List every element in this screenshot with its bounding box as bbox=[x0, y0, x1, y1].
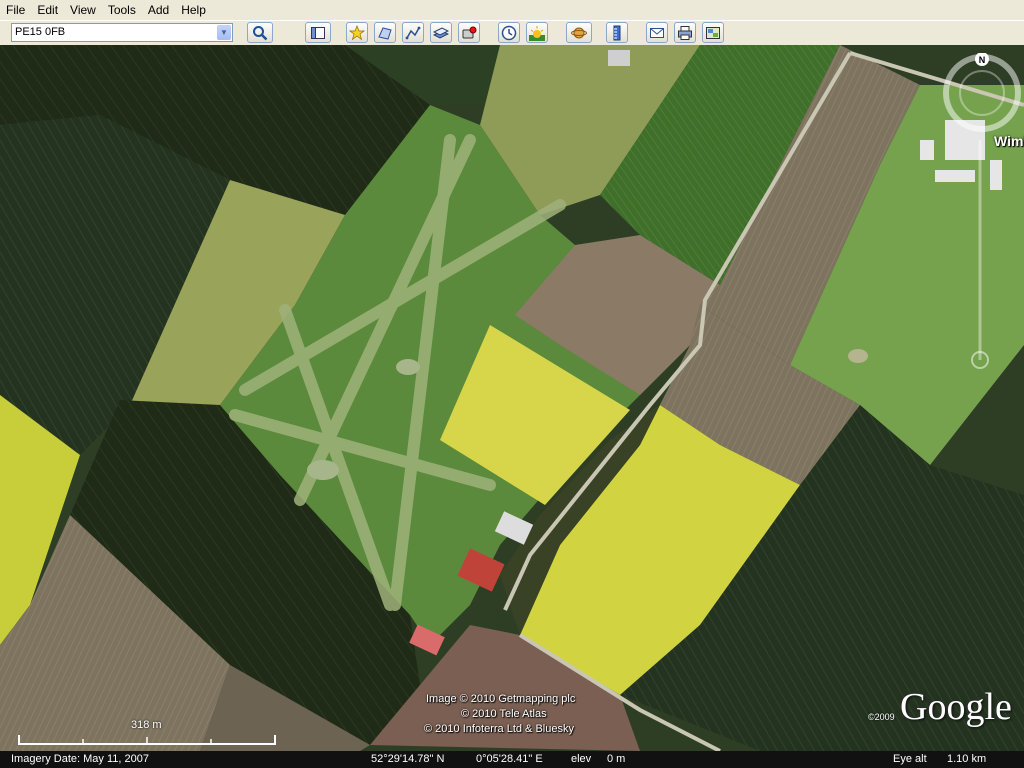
add-image-overlay-button[interactable] bbox=[430, 22, 452, 43]
status-bar: Imagery Date: May 11, 2007 52°29'14.78" … bbox=[0, 751, 1024, 768]
record-tour-button[interactable] bbox=[458, 22, 480, 43]
scale-label: 318 m bbox=[131, 719, 162, 731]
planets-icon bbox=[571, 27, 587, 38]
search-input-value: PE15 0FB bbox=[15, 26, 66, 38]
menu-file[interactable]: File bbox=[0, 3, 31, 17]
placemark-icon bbox=[349, 24, 365, 40]
search-icon bbox=[253, 25, 268, 40]
elevation-value: 0 m bbox=[607, 753, 626, 765]
sidebar-button[interactable] bbox=[305, 22, 331, 43]
print-button[interactable] bbox=[674, 22, 696, 43]
place-label[interactable]: Wimb bbox=[994, 133, 1024, 149]
sunlight-button[interactable] bbox=[526, 22, 548, 43]
eye-alt-value: 1.10 km bbox=[947, 753, 987, 765]
satellite-imagery bbox=[0, 45, 1024, 751]
email-button[interactable] bbox=[646, 22, 668, 43]
imagery-date[interactable]: Imagery Date: May 11, 2007 bbox=[11, 753, 149, 765]
ruler-icon bbox=[613, 25, 621, 40]
compass-north-label: N bbox=[979, 55, 986, 65]
search-button[interactable] bbox=[247, 22, 273, 43]
add-placemark-button[interactable] bbox=[346, 22, 368, 43]
ruler-button[interactable] bbox=[606, 22, 628, 43]
sunlight-icon bbox=[529, 25, 545, 41]
view-in-maps-icon bbox=[706, 26, 720, 39]
historical-imagery-icon bbox=[501, 25, 517, 40]
scale-bar bbox=[18, 735, 276, 745]
copyright-teleatlas: © 2010 Tele Atlas bbox=[461, 708, 547, 720]
latitude-readout: 52°29'14.78" N bbox=[371, 753, 445, 765]
search-dropdown-button[interactable]: ▼ bbox=[217, 25, 231, 40]
print-icon bbox=[678, 25, 692, 40]
menu-tools[interactable]: Tools bbox=[102, 3, 142, 17]
toolbar: PE15 0FB ▼ bbox=[0, 20, 1024, 47]
path-icon bbox=[405, 26, 421, 39]
menu-view[interactable]: View bbox=[64, 3, 102, 17]
historical-imagery-button[interactable] bbox=[498, 22, 520, 43]
image-overlay-icon bbox=[433, 26, 449, 39]
search-input[interactable]: PE15 0FB ▼ bbox=[11, 23, 233, 42]
add-polygon-button[interactable] bbox=[374, 22, 396, 43]
copyright-infoterra: © 2010 Infoterra Ltd & Bluesky bbox=[424, 723, 574, 735]
logo-year: ©2009 bbox=[868, 712, 895, 722]
map-view[interactable]: Wimb N 318 m Image © 2010 Getmapping plc… bbox=[0, 45, 1024, 751]
sidebar-icon bbox=[311, 26, 325, 39]
menu-help[interactable]: Help bbox=[175, 3, 212, 17]
menu-add[interactable]: Add bbox=[142, 3, 175, 17]
zoom-slider[interactable] bbox=[968, 135, 992, 375]
elevation-label: elev bbox=[571, 753, 592, 765]
record-tour-icon bbox=[462, 26, 477, 38]
menu-bar: File Edit View Tools Add Help bbox=[0, 0, 1024, 20]
copyright-getmapping: Image © 2010 Getmapping plc bbox=[426, 693, 576, 705]
view-in-maps-button[interactable] bbox=[702, 22, 724, 43]
eye-alt-label: Eye alt bbox=[893, 753, 927, 765]
menu-edit[interactable]: Edit bbox=[31, 3, 64, 17]
longitude-readout: 0°05'28.41" E bbox=[476, 753, 543, 765]
email-icon bbox=[650, 27, 664, 38]
polygon-icon bbox=[378, 26, 392, 40]
compass-control[interactable]: N bbox=[942, 53, 1022, 133]
add-path-button[interactable] bbox=[402, 22, 424, 43]
planets-button[interactable] bbox=[566, 22, 592, 43]
google-logo: Google bbox=[900, 686, 1012, 728]
